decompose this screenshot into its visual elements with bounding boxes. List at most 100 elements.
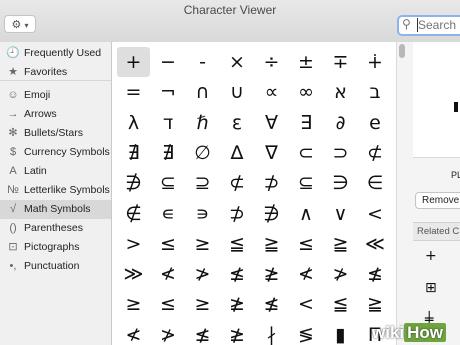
- character-cell[interactable]: ∊: [152, 199, 185, 229]
- character-cell[interactable]: ≯: [324, 259, 357, 289]
- character-cell[interactable]: <: [359, 199, 392, 229]
- character-cell[interactable]: ∂: [324, 108, 357, 138]
- scroll-thumb[interactable]: [399, 44, 405, 58]
- character-cell[interactable]: ≤: [290, 229, 323, 259]
- sidebar-item-letterlike-symbols[interactable]: № Letterlike Symbols: [0, 181, 111, 200]
- character-grid: + − - × ÷ ± ∓ ∔ = ¬ ∩ ∪ ∝ ∞ א ב λ ד ℏ ε ∀ ∃ ∂ e ∄ ∄ ∅ ∆ ∇ ⊂ ⊃ ⊄ ∌ ⊆ ⊇ ⊄ ⊅ ⊆ ∋ ∈…: [112, 42, 396, 345]
- character-cell[interactable]: ≯: [152, 320, 185, 345]
- character-cell[interactable]: א: [324, 77, 357, 107]
- character-cell[interactable]: ⊅: [221, 199, 254, 229]
- sidebar-item-currency-symbols[interactable]: $ Currency Symbols: [0, 143, 111, 162]
- character-cell[interactable]: ∇: [255, 138, 288, 168]
- character-cell[interactable]: ≱: [221, 320, 254, 345]
- sidebar-item-frequently-used[interactable]: 🕘 Frequently Used: [0, 44, 111, 63]
- character-cell[interactable]: ∈: [359, 168, 392, 198]
- character-cell[interactable]: ∌: [255, 199, 288, 229]
- character-cell[interactable]: ε: [221, 108, 254, 138]
- character-cell[interactable]: ≥: [186, 289, 219, 319]
- character-cell[interactable]: ∅: [186, 138, 219, 168]
- character-cell[interactable]: ∝: [255, 77, 288, 107]
- character-cell[interactable]: ⊃: [324, 138, 357, 168]
- character-cell[interactable]: ÷: [255, 47, 288, 77]
- character-cell[interactable]: ≱: [255, 259, 288, 289]
- character-cell[interactable]: +: [117, 47, 150, 77]
- remove-favorite-button[interactable]: Remove: [415, 192, 460, 209]
- character-cell[interactable]: ∀: [255, 108, 288, 138]
- character-cell[interactable]: ⊄: [221, 168, 254, 198]
- character-cell[interactable]: ℏ: [186, 108, 219, 138]
- character-cell[interactable]: ∧: [290, 199, 323, 229]
- character-cell[interactable]: ∩: [186, 77, 219, 107]
- related-character[interactable]: +: [425, 248, 437, 264]
- character-cell[interactable]: ∌: [117, 168, 150, 198]
- sidebar-item-arrows[interactable]: → Arrows: [0, 105, 111, 124]
- character-cell[interactable]: ≦: [324, 289, 357, 319]
- character-cell[interactable]: ∄: [117, 138, 150, 168]
- character-cell[interactable]: ⊇: [186, 168, 219, 198]
- character-cell[interactable]: ∆: [221, 138, 254, 168]
- character-cell[interactable]: ⊆: [152, 168, 185, 198]
- character-cell[interactable]: ≥: [117, 289, 150, 319]
- character-cell[interactable]: >: [117, 229, 150, 259]
- character-cell[interactable]: ≪: [359, 229, 392, 259]
- character-cell[interactable]: ⊂: [290, 138, 323, 168]
- character-cell[interactable]: ⊄: [359, 138, 392, 168]
- character-cell[interactable]: ∪: [221, 77, 254, 107]
- sidebar-item-punctuation[interactable]: •, Punctuation: [0, 257, 111, 276]
- character-cell[interactable]: ≥: [186, 229, 219, 259]
- character-cell[interactable]: -: [186, 47, 219, 77]
- sidebar-item-emoji[interactable]: ☺ Emoji: [0, 86, 111, 105]
- sidebar-item-pictographs[interactable]: ⊡ Pictographs: [0, 238, 111, 257]
- character-cell[interactable]: ≧: [255, 229, 288, 259]
- character-cell[interactable]: ≤: [152, 229, 185, 259]
- character-cell[interactable]: ×: [221, 47, 254, 77]
- character-cell[interactable]: <: [290, 289, 323, 319]
- character-cell[interactable]: ≰: [221, 259, 254, 289]
- character-cell[interactable]: ∔: [359, 47, 392, 77]
- character-cell[interactable]: ב: [359, 77, 392, 107]
- character-cell[interactable]: ∨: [324, 199, 357, 229]
- character-cell[interactable]: ∍: [186, 199, 219, 229]
- character-cell[interactable]: ≧: [324, 229, 357, 259]
- character-cell[interactable]: ≰: [255, 289, 288, 319]
- sidebar-item-favorites[interactable]: ★ Favorites: [0, 63, 111, 82]
- character-cell[interactable]: ∄: [152, 138, 185, 168]
- search-input[interactable]: [417, 18, 460, 32]
- character-cell[interactable]: ±: [290, 47, 323, 77]
- character-cell[interactable]: =: [117, 77, 150, 107]
- character-cell[interactable]: ≮: [117, 320, 150, 345]
- character-cell[interactable]: ≫: [117, 259, 150, 289]
- character-cell[interactable]: −: [152, 47, 185, 77]
- character-cell[interactable]: ∞: [290, 77, 323, 107]
- character-cell[interactable]: ≶: [290, 320, 323, 345]
- grid-scrollbar[interactable]: [396, 42, 407, 345]
- character-cell[interactable]: ≰: [359, 259, 392, 289]
- sidebar-item-parentheses[interactable]: () Parentheses: [0, 219, 111, 238]
- sidebar-item-math-symbols[interactable]: √ Math Symbols: [0, 200, 111, 219]
- sidebar-item-bullets-stars[interactable]: ✻ Bullets/Stars: [0, 124, 111, 143]
- character-cell[interactable]: ≱: [221, 289, 254, 319]
- sidebar-item-latin[interactable]: A Latin: [0, 162, 111, 181]
- character-cell[interactable]: ≦: [221, 229, 254, 259]
- character-cell[interactable]: ≰: [186, 320, 219, 345]
- character-cell[interactable]: ∉: [117, 199, 150, 229]
- character-cell[interactable]: ∋: [324, 168, 357, 198]
- character-cell[interactable]: ∤: [255, 320, 288, 345]
- search-field[interactable]: ⚲: [397, 15, 460, 36]
- character-cell[interactable]: ≧: [359, 289, 392, 319]
- character-cell[interactable]: ≮: [152, 259, 185, 289]
- character-cell[interactable]: ≮: [290, 259, 323, 289]
- character-cell[interactable]: ∃: [290, 108, 323, 138]
- related-character[interactable]: ⊞: [425, 280, 437, 296]
- character-cell[interactable]: ∓: [324, 47, 357, 77]
- character-cell[interactable]: ד: [152, 108, 185, 138]
- character-cell[interactable]: ≯: [186, 259, 219, 289]
- character-cell[interactable]: ≤: [152, 289, 185, 319]
- character-cell[interactable]: ⊆: [290, 168, 323, 198]
- character-cell[interactable]: ¬: [152, 77, 185, 107]
- character-cell[interactable]: λ: [117, 108, 150, 138]
- character-cell[interactable]: ▮: [324, 320, 357, 345]
- character-cell[interactable]: e: [359, 108, 392, 138]
- gear-menu-button[interactable]: ⚙ ▾: [4, 15, 36, 33]
- character-cell[interactable]: ⊅: [255, 168, 288, 198]
